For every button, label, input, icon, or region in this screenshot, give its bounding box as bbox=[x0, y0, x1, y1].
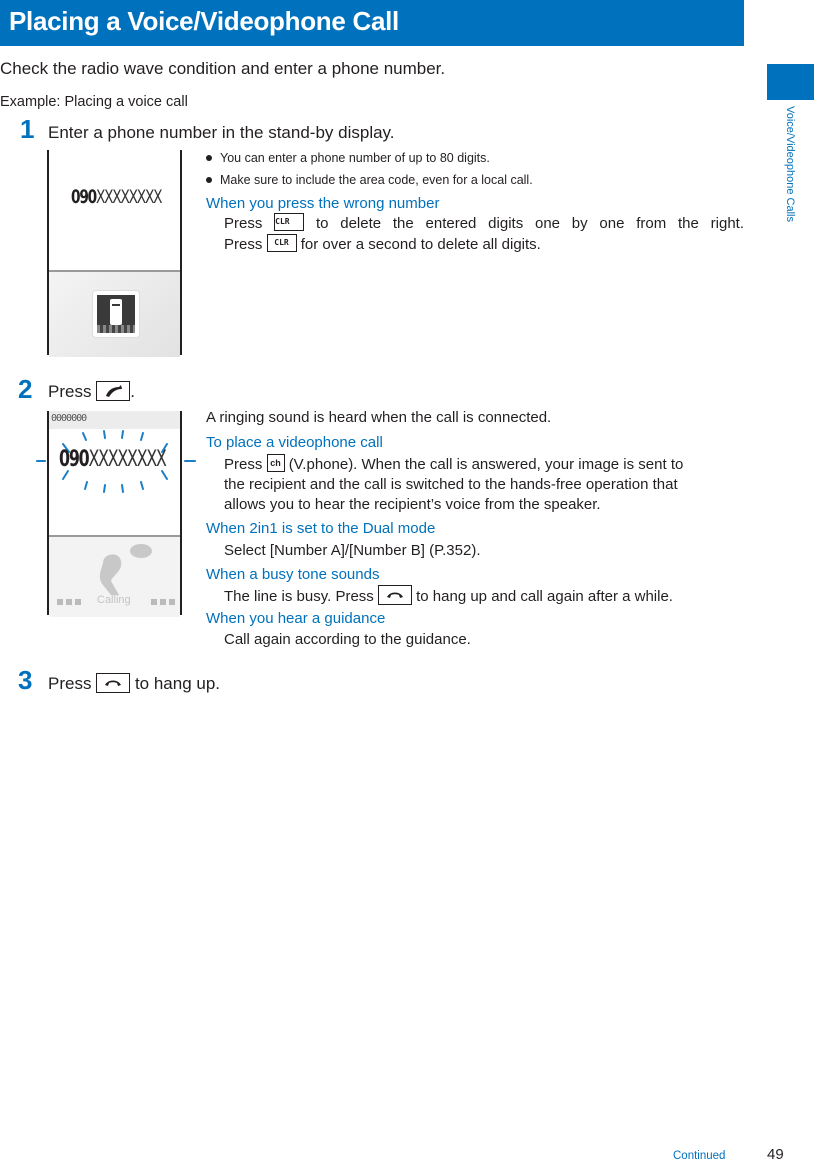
clr-key-icon: CLR bbox=[274, 213, 305, 232]
send-call-key-icon bbox=[96, 380, 131, 401]
end-call-key-icon bbox=[377, 585, 412, 606]
note-body: the recipient and the call is switched t… bbox=[224, 476, 678, 493]
clr-key-icon: CLR bbox=[266, 234, 297, 253]
note-body: The line is busy. Press to hang up and c… bbox=[224, 585, 673, 607]
step-2-lead: A ringing sound is heard when the call i… bbox=[206, 409, 552, 426]
status-bar: 0000000 bbox=[49, 411, 180, 429]
standby-softkey-area bbox=[49, 270, 180, 357]
bullet-dot-icon bbox=[206, 154, 212, 161]
page-number: 49 bbox=[767, 1146, 784, 1163]
example-label: Example: Placing a voice call bbox=[0, 94, 188, 110]
step-3-text: Press to hang up. bbox=[48, 672, 221, 693]
note-body: Press ch (V.phone). When the call is ans… bbox=[224, 454, 684, 473]
calling-label: Calling bbox=[97, 594, 131, 606]
ch-key-icon: ch bbox=[266, 454, 285, 473]
note-heading: When a busy tone sounds bbox=[206, 566, 380, 583]
step-2-number: 2 bbox=[18, 374, 33, 404]
bullet-item: You can enter a phone number of up to 80… bbox=[206, 151, 490, 165]
calling-figure-icon bbox=[99, 544, 152, 595]
note-body: Call again according to the guidance. bbox=[224, 631, 471, 648]
intro-text: Check the radio wave condition and enter… bbox=[0, 59, 446, 78]
chapter-tab bbox=[767, 64, 814, 100]
number-prefix: 090 bbox=[71, 186, 97, 208]
chapter-label: Voice/Videophone Calls bbox=[784, 106, 796, 222]
note-heading: When you hear a guidance bbox=[206, 610, 386, 627]
note-heading: To place a videophone call bbox=[206, 434, 383, 451]
note-body: Select [Number A]/[Number B] (P.352). bbox=[224, 542, 481, 559]
note-heading: When 2in1 is set to the Dual mode bbox=[206, 520, 436, 537]
standby-screen: 090XXXXXXXX bbox=[47, 150, 182, 357]
bullet-item: Make sure to include the area code, even… bbox=[206, 173, 533, 187]
number-masked: XXXXXXXX bbox=[95, 186, 163, 208]
note-body: Press CLR to delete the entered digits o… bbox=[224, 213, 745, 232]
bullet-dot-icon bbox=[206, 176, 212, 183]
step-2-text: Press . bbox=[48, 380, 135, 401]
calling-screen: 0000000 090XXXXXXXX Calling bbox=[36, 411, 196, 617]
calling-animation-area: Calling bbox=[49, 535, 180, 617]
entered-number: 090XXXXXXXX bbox=[71, 186, 163, 208]
note-body: Press CLR for over a second to delete al… bbox=[224, 234, 541, 253]
dialing-number: 090XXXXXXXX bbox=[59, 447, 167, 472]
note-body: allows you to hear the recipient’s voice… bbox=[224, 496, 601, 513]
phone-handset-icon bbox=[92, 290, 140, 338]
step-1-number: 1 bbox=[20, 114, 35, 144]
continued-label: Continued bbox=[673, 1150, 726, 1162]
step-3-number: 3 bbox=[18, 665, 33, 695]
note-heading: When you press the wrong number bbox=[206, 195, 440, 212]
step-1-text: Enter a phone number in the stand-by dis… bbox=[48, 123, 395, 142]
page-title: Placing a Voice/Videophone Call bbox=[9, 6, 399, 36]
end-call-key-icon bbox=[96, 672, 131, 693]
